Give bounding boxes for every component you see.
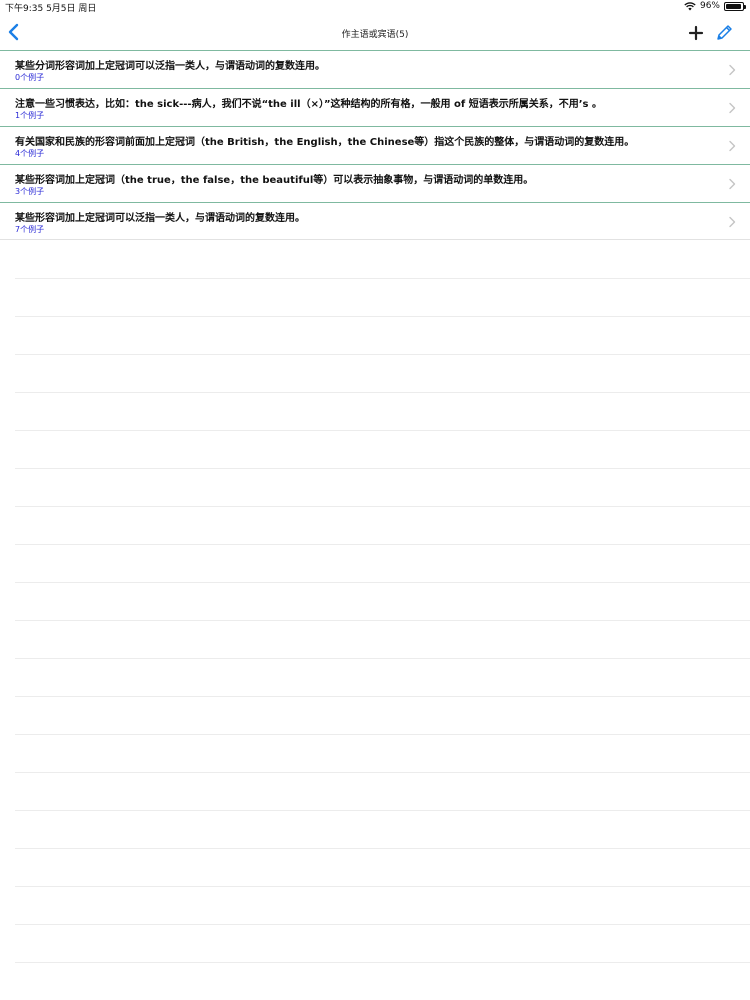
pencil-icon[interactable] [714,23,734,43]
list-item-title: 某些分词形容词加上定冠词可以泛指一类人，与谓语动词的复数连用。 [15,61,325,72]
list-item-example-count: 0个例子 [15,73,45,82]
list-item-title: 某些形容词加上定冠词可以泛指一类人，与谓语动词的复数连用。 [15,213,305,224]
list-item-example-count: 7个例子 [15,225,45,234]
rule-list: 某些分词形容词加上定冠词可以泛指一类人，与谓语动词的复数连用。 0个例子注意一些习… [0,50,750,240]
wifi-icon [684,1,696,10]
chevron-right-icon [729,64,736,76]
empty-row-separator [15,431,750,469]
empty-row-separator [15,659,750,697]
empty-row-separator [15,355,750,393]
empty-row-separator [15,545,750,583]
list-item[interactable]: 有关国家和民族的形容词前面加上定冠词（the British，the Engli… [0,126,750,164]
empty-row-separator [15,773,750,811]
empty-row-separator [15,317,750,355]
list-item[interactable]: 注意一些习惯表达，比如：the sick---病人，我们不说“the ill（×… [0,88,750,126]
chevron-right-icon [729,216,736,228]
list-item[interactable]: 某些形容词加上定冠词可以泛指一类人，与谓语动词的复数连用。 7个例子 [0,202,750,240]
battery-percent: 96% [699,1,720,11]
empty-row-separator [15,583,750,621]
chevron-right-icon [729,178,736,190]
empty-row-separator [15,279,750,317]
list-item[interactable]: 某些形容词加上定冠词（the true，the false，the beauti… [0,164,750,202]
empty-row-separator [15,735,750,773]
empty-row-separator [15,849,750,887]
status-bar: 下午9:35 5月5日 周日 96% [0,0,750,14]
list-item-title: 注意一些习惯表达，比如：the sick---病人，我们不说“the ill（×… [15,99,602,110]
list-item-title: 某些形容词加上定冠词（the true，the false，the beauti… [15,175,534,186]
list-item-example-count: 4个例子 [15,149,45,158]
page-title: 作主语或宾语(5) [341,30,409,40]
empty-row-separator [15,621,750,659]
list-item-title: 有关国家和民族的形容词前面加上定冠词（the British，the Engli… [15,137,635,148]
empty-row-separator [15,925,750,963]
empty-row-separator [15,507,750,545]
empty-row-separator [15,697,750,735]
empty-row-separator [15,241,750,279]
empty-row-separator [15,887,750,925]
empty-row-separator [15,393,750,431]
battery-icon [724,1,746,11]
status-time-date: 下午9:35 5月5日 周日 [5,4,97,14]
plus-icon[interactable] [687,24,705,42]
chevron-right-icon [729,140,736,152]
list-item-example-count: 1个例子 [15,111,45,120]
list-item[interactable]: 某些分词形容词加上定冠词可以泛指一类人，与谓语动词的复数连用。 0个例子 [0,50,750,88]
empty-row-separator [15,469,750,507]
nav-bar: 作主语或宾语(5) [0,14,750,50]
chevron-right-icon [729,102,736,114]
list-item-example-count: 3个例子 [15,187,45,196]
empty-row-separator [15,811,750,849]
status-right-group: 96% [684,1,746,11]
battery-fill [726,3,742,9]
empty-list-rows [15,241,750,963]
